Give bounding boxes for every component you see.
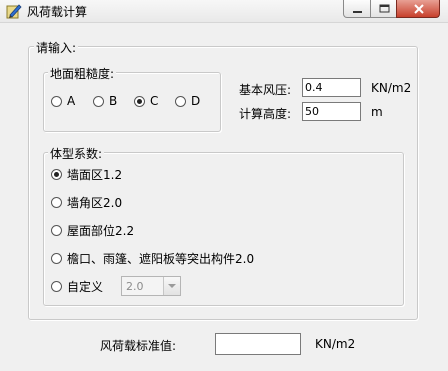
shape-option-custom[interactable]: 自定义 bbox=[51, 278, 103, 295]
radio-a[interactable] bbox=[51, 95, 62, 107]
custom-coef-dropdown-button[interactable] bbox=[163, 277, 180, 295]
roughness-option-a[interactable]: A bbox=[51, 94, 75, 108]
shape-label-wall: 墙面区1.2 bbox=[67, 168, 123, 182]
custom-coef-select[interactable]: 2.0 bbox=[121, 276, 181, 296]
shape-option-roof[interactable]: 屋面部位2.2 bbox=[51, 222, 134, 239]
close-button[interactable] bbox=[396, 0, 440, 18]
result-output[interactable] bbox=[215, 333, 301, 355]
shape-option-wall[interactable]: 墙面区1.2 bbox=[51, 166, 122, 183]
roughness-legend: 地面粗糙度: bbox=[48, 65, 117, 82]
roughness-option-d[interactable]: D bbox=[175, 94, 200, 108]
basic-wind-pressure-unit: KN/m2 bbox=[371, 81, 412, 95]
basic-wind-pressure-label: 基本风压: bbox=[239, 83, 292, 97]
roughness-label-b: B bbox=[109, 94, 118, 108]
maximize-button[interactable] bbox=[370, 0, 397, 18]
roughness-option-c[interactable]: C bbox=[134, 94, 158, 108]
roughness-label-d: D bbox=[191, 94, 201, 108]
shape-coef-legend: 体型系数: bbox=[48, 145, 105, 162]
radio-b[interactable] bbox=[93, 95, 104, 107]
app-pen-icon bbox=[6, 3, 22, 19]
radio-custom[interactable] bbox=[51, 281, 62, 292]
shape-label-corner: 墙角区2.0 bbox=[67, 196, 123, 210]
radio-c[interactable] bbox=[134, 95, 145, 107]
custom-coef-value: 2.0 bbox=[126, 280, 144, 293]
shape-label-custom: 自定义 bbox=[67, 280, 104, 294]
radio-corner[interactable] bbox=[51, 197, 62, 208]
shape-option-corner[interactable]: 墙角区2.0 bbox=[51, 194, 122, 211]
shape-label-eaves: 檐口、雨篷、遮阳板等突出构件2.0 bbox=[67, 252, 255, 266]
window-title: 风荷载计算 bbox=[27, 5, 88, 19]
radio-eaves[interactable] bbox=[51, 253, 62, 264]
roughness-label-a: A bbox=[67, 94, 76, 108]
result-label: 风荷载标准值: bbox=[100, 339, 177, 353]
title-bar: 风荷载计算 bbox=[0, 0, 448, 23]
roughness-option-b[interactable]: B bbox=[93, 94, 117, 108]
calc-height-unit: m bbox=[371, 105, 383, 119]
input-group-legend: 请输入: bbox=[34, 39, 79, 56]
chevron-down-icon bbox=[168, 284, 176, 288]
close-icon bbox=[414, 4, 424, 14]
maximize-icon bbox=[379, 4, 390, 13]
radio-roof[interactable] bbox=[51, 225, 62, 236]
minimize-icon bbox=[353, 11, 362, 13]
basic-wind-pressure-input[interactable] bbox=[302, 78, 361, 97]
minimize-button[interactable] bbox=[343, 0, 371, 18]
shape-option-eaves[interactable]: 檐口、雨篷、遮阳板等突出构件2.0 bbox=[51, 250, 254, 267]
calc-height-input[interactable] bbox=[302, 102, 361, 121]
result-unit: KN/m2 bbox=[315, 337, 356, 351]
radio-wall[interactable] bbox=[51, 169, 62, 180]
radio-d[interactable] bbox=[175, 95, 186, 107]
roughness-label-c: C bbox=[150, 94, 159, 108]
calc-height-label: 计算高度: bbox=[239, 107, 292, 121]
shape-label-roof: 屋面部位2.2 bbox=[67, 224, 135, 238]
